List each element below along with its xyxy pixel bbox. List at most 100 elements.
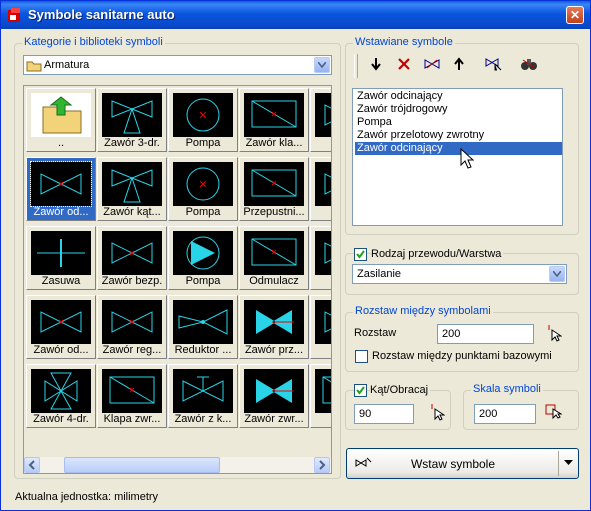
symbol-tile[interactable]: Pompa (168, 157, 238, 221)
scroll-left-button[interactable] (24, 457, 40, 473)
symbol-thumbnail (102, 231, 162, 275)
symbol-tile[interactable]: Klapa zwr... (97, 364, 167, 428)
angle-input[interactable]: 90 (354, 404, 414, 424)
horizontal-scrollbar[interactable] (24, 457, 331, 473)
symbol-thumbnail (244, 93, 304, 137)
symbol-tile-label: Przepustni... (243, 206, 305, 218)
symbol-tile[interactable]: Zaw (310, 88, 331, 152)
symbol-tile[interactable]: Zawór kąt... (97, 157, 167, 221)
symbol-tile-label: Pompa (185, 206, 221, 218)
spacing-input[interactable]: 200 (437, 324, 534, 344)
symbol-thumbnail (102, 369, 162, 413)
category-combo[interactable]: Armatura (23, 55, 332, 75)
symbol-icon (251, 100, 297, 128)
symbol-icon (111, 242, 153, 264)
symbol-tile[interactable]: Od (310, 364, 331, 428)
symbol-thumbnail (315, 300, 331, 344)
symbol-tile[interactable]: Zawór prz... (239, 295, 309, 359)
chevron-down-icon[interactable] (549, 266, 565, 282)
list-item[interactable]: Zawór trójdrogowy (355, 103, 562, 116)
tile-parent-folder[interactable]: .. (26, 88, 96, 152)
symbol-icon (256, 379, 294, 403)
mouse-cursor-icon (460, 148, 474, 169)
symbol-tile[interactable]: Zawór 4-dr. (26, 364, 96, 428)
scrollbar-thumb[interactable] (64, 457, 220, 473)
category-group-title: Kategorie i biblioteki symboli (22, 36, 165, 48)
symbol-thumbnail (31, 93, 91, 137)
symbol-thumbnail (173, 231, 233, 275)
symbol-icon (324, 311, 331, 333)
move-down-button[interactable] (365, 56, 387, 76)
move-up-button[interactable] (448, 56, 470, 76)
symbol-tile-label: Zawór bezp. (101, 275, 163, 287)
symbol-tile[interactable]: Zaw (310, 226, 331, 290)
angle-checkbox[interactable] (354, 384, 367, 397)
symbol-tile[interactable]: Za (310, 295, 331, 359)
symbol-tile[interactable]: Zawór bezp. (97, 226, 167, 290)
symbol-tile[interactable]: Zawór kla... (239, 88, 309, 152)
symbol-tile-label: Zawór zwr... (244, 413, 304, 425)
symbol-tile[interactable]: Zasuwa (26, 226, 96, 290)
dialog-window: Symbole sanitarne auto ✕ Kategorie i bib… (0, 0, 591, 511)
symbol-icon (178, 309, 228, 335)
symbol-tile[interactable]: Zaw (310, 157, 331, 221)
scale-group-title: Skala symboli (471, 383, 543, 395)
find-symbol-button[interactable] (518, 56, 540, 76)
chevron-down-icon[interactable] (314, 57, 330, 73)
symbol-thumbnail (31, 369, 91, 413)
symbol-thumbnail (315, 231, 331, 275)
symbol-tile[interactable]: Pompa (168, 226, 238, 290)
symbol-tile-label: .. (57, 137, 65, 149)
pick-distance-icon[interactable] (546, 324, 562, 342)
symbol-tile[interactable]: Pompa (168, 88, 238, 152)
valve-icon (424, 59, 440, 69)
close-icon: ✕ (569, 8, 581, 22)
symbol-icon (182, 376, 224, 402)
base-spacing-checkbox[interactable] (355, 350, 368, 363)
list-item[interactable]: Zawór odcinający (355, 90, 562, 103)
symbol-icon (40, 311, 82, 333)
check-icon (356, 250, 365, 259)
pipe-combo[interactable]: Zasilanie (352, 264, 567, 284)
app-icon (8, 8, 20, 22)
symbol-tile[interactable]: Reduktor ... (168, 295, 238, 359)
delete-button[interactable] (393, 56, 415, 76)
symbol-tile-label: Pompa (185, 137, 221, 149)
symbol-thumbnail (315, 93, 331, 137)
symbol-tile-label: Zawór od... (33, 344, 89, 356)
symbol-tile[interactable]: Odmulacz (239, 226, 309, 290)
pick-scale-icon[interactable] (544, 403, 562, 419)
list-item[interactable]: Zawór przelotowy zwrotny (355, 129, 562, 142)
folder-up-icon (42, 96, 82, 134)
symbol-tile[interactable]: Przepustni... (239, 157, 309, 221)
list-item[interactable]: Pompa (355, 116, 562, 129)
symbol-tile[interactable]: Zawór z k... (168, 364, 238, 428)
symbol-tile[interactable]: Zawór zwr... (239, 364, 309, 428)
pipe-checkbox[interactable] (354, 248, 367, 261)
symbol-tile[interactable]: Zawór od... (26, 295, 96, 359)
scroll-right-button[interactable] (314, 457, 330, 473)
symbol-icon (40, 173, 82, 195)
symbol-tile-label: Klapa zwr... (103, 413, 161, 425)
close-button[interactable]: ✕ (566, 6, 584, 24)
symbol-tile[interactable]: Zawór 3-dr. (97, 88, 167, 152)
symbol-icon (186, 167, 220, 201)
symbol-icon (109, 376, 155, 404)
arrow-down-icon (371, 58, 381, 71)
replace-button[interactable] (421, 56, 443, 76)
pick-angle-icon[interactable] (429, 403, 445, 421)
scale-input[interactable]: 200 (474, 404, 536, 424)
list-item-selected[interactable]: Zawór odcinający (355, 142, 562, 155)
inserted-symbols-list[interactable]: Zawór odcinający Zawór trójdrogowy Pompa… (352, 88, 563, 226)
split-divider (558, 451, 559, 476)
symbol-tile[interactable]: Zawór od... (26, 157, 96, 221)
pipe-value: Zasilanie (357, 268, 402, 280)
symbol-icon (251, 169, 297, 197)
dropdown-arrow-icon[interactable] (564, 460, 573, 466)
window-title: Symbole sanitarne auto (28, 7, 175, 22)
symbol-tile[interactable]: Zawór reg... (97, 295, 167, 359)
insert-symbols-button[interactable]: Wstaw symbole (346, 448, 579, 479)
symbol-icon (322, 376, 331, 404)
delete-icon (398, 58, 410, 70)
pick-symbol-button[interactable] (483, 56, 505, 76)
